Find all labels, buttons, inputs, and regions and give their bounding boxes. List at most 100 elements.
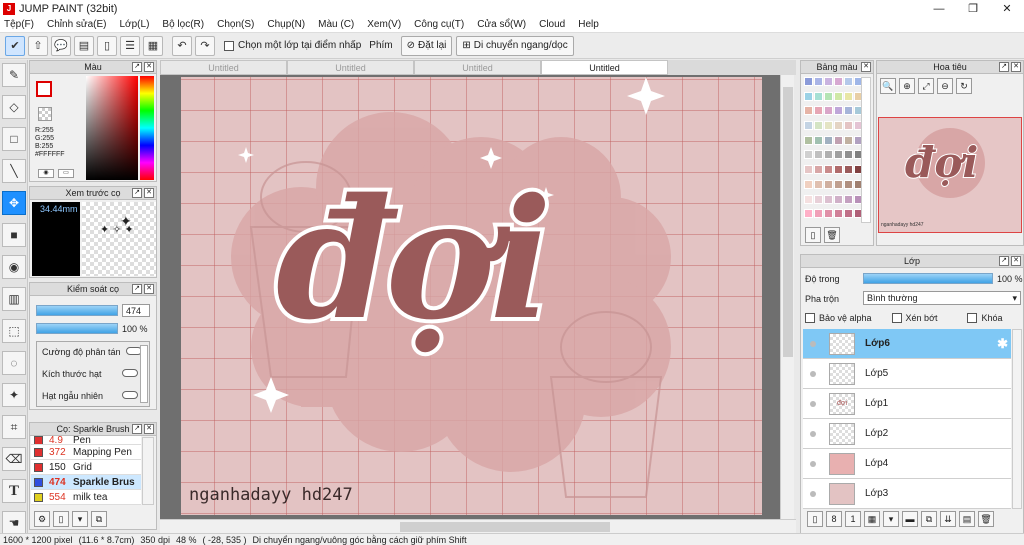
palette-swatch[interactable] [834,165,843,175]
palette-swatch[interactable] [814,179,823,189]
brush-copy-icon[interactable]: ⧉ [91,511,107,527]
primary-color-swatch[interactable] [36,81,52,97]
palette-swatch[interactable] [844,121,853,131]
visibility-icon[interactable] [803,400,823,407]
brush-opacity-slider[interactable] [36,323,118,334]
new-brush-icon[interactable]: ▯ [53,511,69,527]
palette-swatch[interactable] [814,165,823,175]
select-eraser-icon[interactable]: ⌫ [2,447,26,471]
hue-bar[interactable] [140,76,154,180]
close-icon[interactable]: ✕ [144,188,154,198]
gear-icon[interactable]: ✱ [997,336,1008,352]
line-icon[interactable]: ╲ [2,159,26,183]
brush-size-input[interactable]: 474 [122,304,150,317]
palette-swatch[interactable] [824,135,833,145]
layer-settings-icon[interactable]: ▤ [959,511,975,527]
menu-cloud[interactable]: Cloud [539,19,565,30]
fit-icon[interactable]: ⤢ [918,78,934,94]
canvas-horizontal-scrollbar[interactable] [160,519,796,533]
palette-swatch[interactable] [844,106,853,116]
palette-swatch[interactable] [844,135,853,145]
palette-swatch[interactable] [814,150,823,160]
close-icon[interactable]: ✕ [861,62,871,72]
message-icon[interactable]: ▤ [74,35,94,56]
brush-item-milk-tea[interactable]: 554 milk tea [31,490,141,505]
new-layer-icon[interactable]: ▯ [807,511,823,527]
palette-swatch[interactable] [844,150,853,160]
menu-window[interactable]: Cửa sổ(W) [477,19,526,30]
palette-swatch[interactable] [834,209,843,219]
vscroll-thumb[interactable] [783,87,793,357]
select-layer-option[interactable]: Chọn một lớp tại điểm nhấp [224,40,361,51]
palette-swatch[interactable] [804,77,813,86]
palette-swatch[interactable] [844,209,853,219]
rectangle-icon[interactable]: □ [2,127,26,151]
palette-swatch[interactable] [834,179,843,189]
list-icon[interactable]: ☰ [120,35,140,56]
visibility-icon[interactable] [803,430,823,437]
palette-swatch[interactable] [844,91,853,101]
layer-row-2[interactable]: Lớp2 [803,419,1011,449]
new-swatch-icon[interactable]: ▯ [805,227,821,243]
palette-swatch[interactable] [834,150,843,160]
palette-swatch[interactable] [814,91,823,101]
palette-swatch[interactable] [834,135,843,145]
text-icon[interactable]: T [2,479,26,503]
menu-help[interactable]: Help [578,19,599,30]
detach-icon[interactable]: ↗ [132,188,142,198]
zoom-out-icon[interactable]: ⊖ [937,78,953,94]
tab-untitled-4[interactable]: Untitled [541,60,668,75]
visibility-icon[interactable] [803,370,823,377]
tab-untitled-1[interactable]: Untitled [160,60,287,75]
menu-select[interactable]: Chọn(S) [217,19,254,30]
palette-scrollbar[interactable] [861,77,871,223]
saturation-box[interactable] [86,76,138,180]
palette-swatch[interactable] [814,121,823,131]
menu-color[interactable]: Màu (C) [318,19,354,30]
menu-tools[interactable]: Công cụ(T) [414,19,464,30]
select-layer-checkbox[interactable] [224,40,234,51]
palette-swatch[interactable] [834,91,843,101]
palette-swatch[interactable] [824,77,833,86]
new-layer-1bit-icon[interactable]: 1 [845,511,861,527]
minimize-button[interactable]: — [922,0,956,17]
color-mode-button[interactable]: ▭ [58,169,74,178]
visibility-icon[interactable] [803,460,823,467]
palette-swatch[interactable] [814,209,823,219]
tab-untitled-2[interactable]: Untitled [287,60,414,75]
palette-swatch[interactable] [814,77,823,86]
palette-swatch[interactable] [804,165,813,175]
layer-opacity-slider[interactable] [863,273,993,284]
palette-swatch[interactable] [824,150,833,160]
palette-swatch[interactable] [804,91,813,101]
layer-row-4[interactable]: Lớp4 [803,449,1011,479]
palette-swatch[interactable] [834,77,843,86]
palette-swatch[interactable] [804,150,813,160]
close-icon[interactable]: ✕ [1011,62,1021,72]
lasso-icon[interactable]: ◌ [2,351,26,375]
detach-icon[interactable]: ↗ [132,424,142,434]
rotate-icon[interactable]: ↻ [956,78,972,94]
visibility-icon[interactable] [803,490,823,497]
palette-swatch[interactable] [824,106,833,116]
palette-swatch[interactable] [804,194,813,204]
menu-layer[interactable]: Lớp(L) [120,19,150,30]
menu-filter[interactable]: Bộ lọc(R) [162,19,204,30]
palette-swatch[interactable] [804,179,813,189]
layer-row-5[interactable]: Lớp5 [803,359,1011,389]
document-icon[interactable]: ▯ [97,35,117,56]
palette-swatch[interactable] [804,106,813,116]
palette-swatch[interactable] [804,121,813,131]
menu-capture[interactable]: Chụp(N) [267,19,305,30]
eraser-icon[interactable]: ◇ [2,95,26,119]
detach-icon[interactable]: ↗ [999,62,1009,72]
brush-item-mapping-pen[interactable]: 372 Mapping Pen [31,445,141,460]
fill-rect-icon[interactable]: ■ [2,223,26,247]
brush-item-pen[interactable]: 4.9 Pen [31,436,141,445]
reset-button[interactable]: ⊘ Đặt lại [400,35,453,56]
close-icon[interactable]: ✕ [144,284,154,294]
duplicate-layer-icon[interactable]: ⧉ [921,511,937,527]
brush-list-scrollbar[interactable] [142,437,154,505]
brush-item-grid[interactable]: 150 Grid [31,460,141,475]
hand-icon[interactable]: ☚ [2,511,26,535]
